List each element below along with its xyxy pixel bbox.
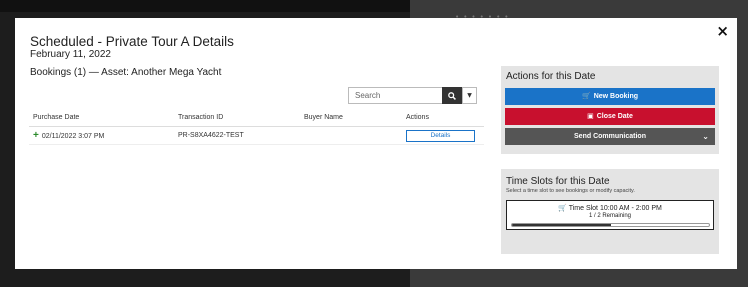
new-booking-button[interactable]: 🛒 New Booking	[505, 88, 715, 105]
time-slots-panel: Time Slots for this Date Select a time s…	[501, 169, 719, 254]
time-slot-capacity-fill	[512, 224, 611, 226]
search-icon	[448, 91, 456, 100]
table-row: +02/11/2022 3:07 PM PR-S8XA4622-TEST Det…	[29, 127, 484, 145]
new-booking-label: New Booking	[593, 93, 639, 100]
purchase-date-value: 02/11/2022 3:07 PM	[41, 133, 105, 140]
actions-cell: Details	[406, 129, 484, 142]
time-slot-capacity-bar	[511, 223, 710, 227]
close-button[interactable]: ×	[716, 22, 729, 40]
purchase-date-cell: +02/11/2022 3:07 PM	[29, 130, 178, 141]
caret-down-icon: ▼	[467, 92, 472, 99]
send-communication-label: Send Communication	[574, 133, 646, 140]
cart-icon: 🛒	[581, 92, 591, 100]
time-slots-subtitle: Select a time slot to see bookings or mo…	[506, 188, 635, 194]
bookings-heading: Bookings (1) — Asset: Another Mega Yacht	[30, 67, 222, 78]
col-transaction-id: Transaction ID	[178, 114, 224, 121]
time-slot-label: Time Slot 10:00 AM - 2:00 PM	[568, 205, 662, 212]
actions-panel: Actions for this Date 🛒 New Booking ▣ Clos…	[501, 66, 719, 154]
cart-icon: 🛒	[558, 204, 567, 212]
calendar-x-icon: ▣	[587, 112, 594, 120]
time-slot-remaining: 1 / 2 Remaining	[588, 213, 632, 219]
details-button[interactable]: Details	[406, 130, 475, 142]
col-purchase-date: Purchase Date	[33, 114, 80, 121]
time-slot-card[interactable]: 🛒 Time Slot 10:00 AM - 2:00 PM 1 / 2 Rem…	[506, 200, 714, 230]
close-date-label: Close Date	[596, 113, 633, 120]
bookings-table: Purchase Date Transaction ID Buyer Name …	[29, 109, 484, 145]
time-slots-title: Time Slots for this Date	[506, 176, 610, 187]
table-header: Purchase Date Transaction ID Buyer Name …	[29, 109, 484, 127]
booking-details-modal: × Scheduled - Private Tour A Details Feb…	[15, 18, 737, 269]
send-communication-button[interactable]: Send Communication ⌄	[505, 128, 715, 145]
search-button[interactable]	[442, 87, 462, 104]
modal-title: Scheduled - Private Tour A Details	[30, 34, 234, 49]
time-slot-label-row: 🛒 Time Slot 10:00 AM - 2:00 PM	[507, 204, 713, 212]
col-actions: Actions	[406, 114, 429, 121]
search-input[interactable]	[348, 87, 442, 104]
col-buyer-name: Buyer Name	[304, 114, 343, 121]
search-group: ▼	[348, 87, 477, 104]
modal-date: February 11, 2022	[30, 49, 111, 60]
expand-row-icon[interactable]: +	[33, 130, 39, 141]
search-options-dropdown[interactable]: ▼	[462, 87, 477, 104]
transaction-id-cell: PR-S8XA4622-TEST	[178, 132, 244, 139]
actions-title: Actions for this Date	[506, 71, 596, 82]
close-date-button[interactable]: ▣ Close Date	[505, 108, 715, 125]
chevron-down-icon: ⌄	[702, 132, 709, 141]
